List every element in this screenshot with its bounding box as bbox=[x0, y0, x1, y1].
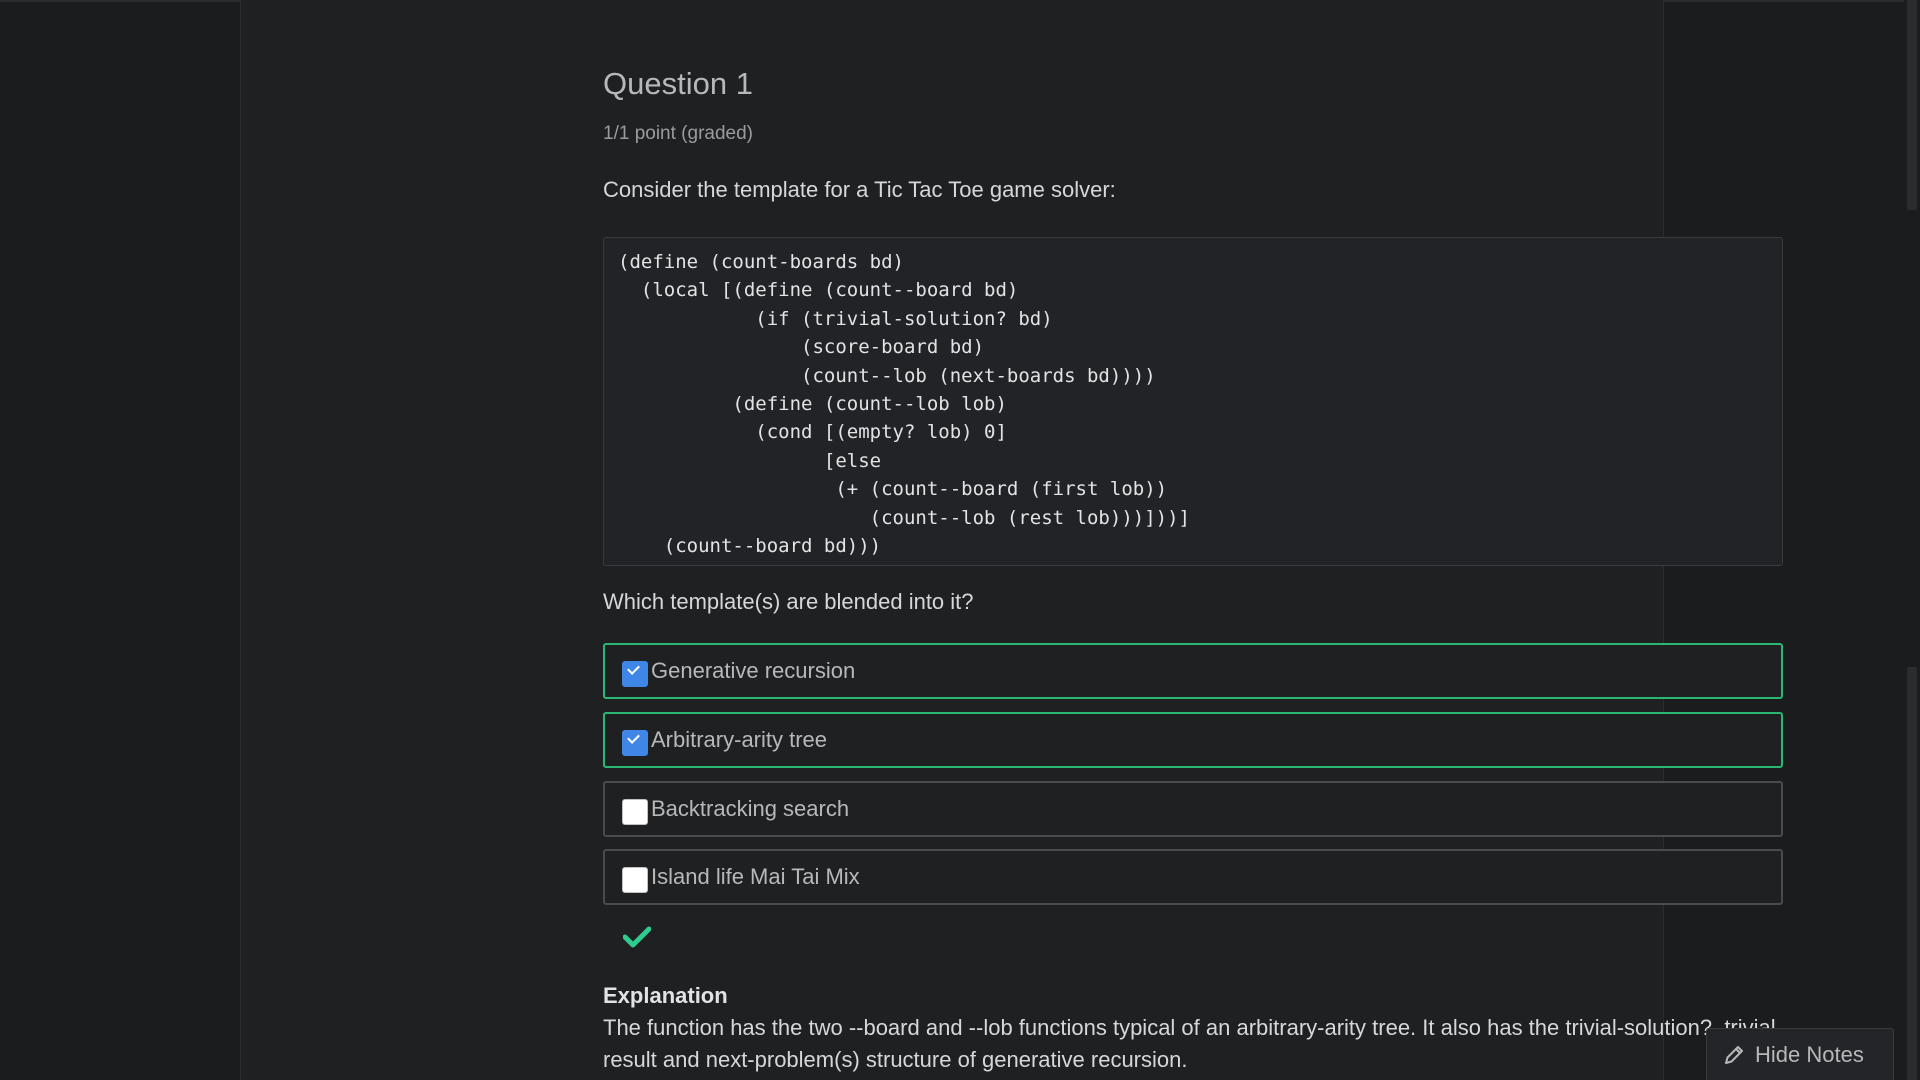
scrollbar[interactable] bbox=[1904, 0, 1920, 1080]
hide-notes-label: Hide Notes bbox=[1755, 1041, 1864, 1067]
explanation-text: The function has the two --board and --l… bbox=[603, 1015, 1776, 1072]
explanation-title: Explanation bbox=[603, 983, 728, 1008]
checkbox-checked[interactable] bbox=[622, 661, 648, 687]
choice-island-life-mai-tai-mix[interactable]: Island life Mai Tai Mix bbox=[603, 849, 1783, 905]
scrollbar-track-top bbox=[1907, 0, 1917, 210]
checkbox-checked[interactable] bbox=[622, 730, 648, 756]
choice-backtracking-search[interactable]: Backtracking search bbox=[603, 781, 1783, 837]
choice-label: Backtracking search bbox=[651, 796, 850, 821]
scrollbar-thumb[interactable] bbox=[1907, 667, 1917, 1080]
page: Question 1 1/1 point (graded) Consider t… bbox=[0, 0, 1920, 1080]
checkbox-unchecked[interactable] bbox=[622, 867, 648, 893]
code-text: (define (count-boards bd) (local [(defin… bbox=[618, 251, 1190, 558]
pencil-icon bbox=[1725, 1045, 1743, 1064]
choice-generative-recursion[interactable]: Generative recursion bbox=[603, 643, 1783, 699]
choice-arbitrary-arity-tree[interactable]: Arbitrary-arity tree bbox=[603, 712, 1783, 768]
content-column: Question 1 1/1 point (graded) Consider t… bbox=[240, 0, 1783, 1080]
choice-label: Island life Mai Tai Mix bbox=[651, 864, 860, 889]
checkmark-icon bbox=[623, 926, 651, 948]
checkbox-unchecked[interactable] bbox=[622, 799, 648, 825]
question-prompt: Consider the template for a Tic Tac Toe … bbox=[603, 177, 1116, 202]
choice-label: Arbitrary-arity tree bbox=[651, 727, 828, 752]
hide-notes-button[interactable]: Hide Notes bbox=[1706, 1028, 1894, 1080]
choice-label: Generative recursion bbox=[651, 658, 856, 683]
code-block: (define (count-boards bd) (local [(defin… bbox=[603, 237, 1783, 566]
question-title: Question 1 bbox=[603, 66, 753, 101]
question-points: 1/1 point (graded) bbox=[603, 123, 753, 144]
question-subprompt: Which template(s) are blended into it? bbox=[603, 589, 974, 614]
